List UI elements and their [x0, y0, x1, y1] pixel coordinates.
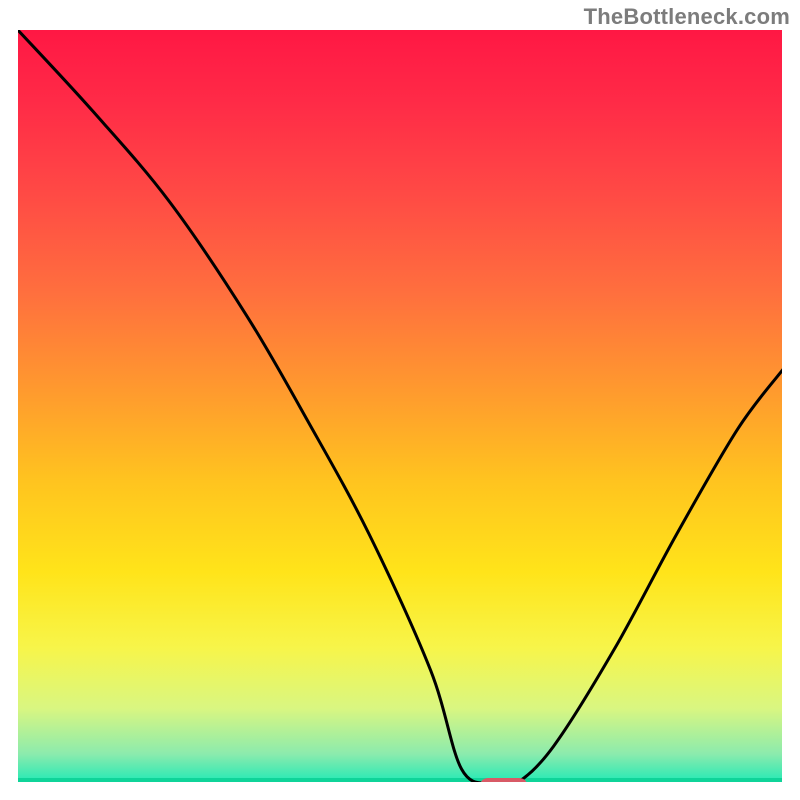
chart-container: TheBottleneck.com	[0, 0, 800, 800]
gradient-background	[16, 28, 784, 784]
watermark-text: TheBottleneck.com	[584, 4, 790, 30]
bottleneck-chart	[16, 28, 784, 784]
plot-area	[16, 28, 784, 784]
